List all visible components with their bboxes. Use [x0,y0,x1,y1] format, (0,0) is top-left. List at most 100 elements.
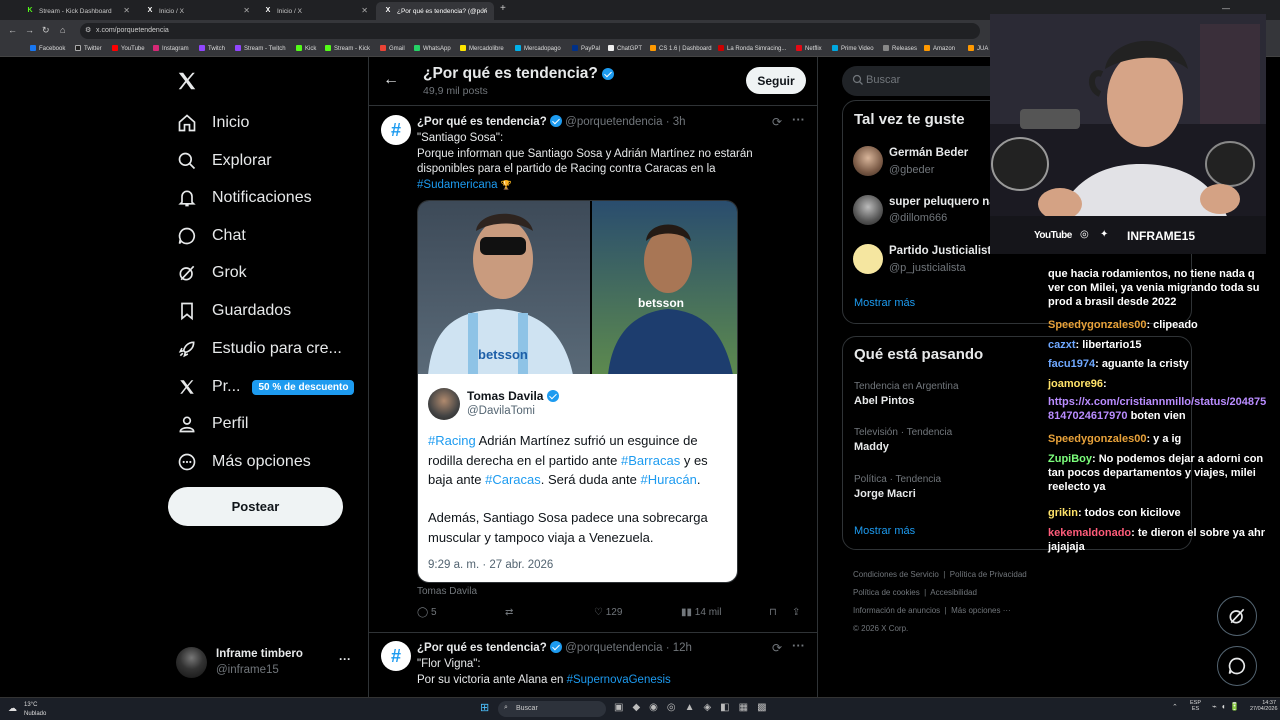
reload-icon[interactable]: ↻ [42,25,50,36]
trend-item[interactable]: Tendencia en Argentina Abel Pintos [854,381,959,407]
footer-link[interactable]: Accesibilidad [930,588,977,597]
browser-tab-active[interactable]: X ¿Por qué es tendencia? (@porq... ✕ [376,2,494,20]
like-button[interactable]: ♡ 129 [594,607,622,618]
hashtag-avatar-icon[interactable]: # [381,115,411,145]
bookmark-item[interactable]: Gmail [380,45,405,52]
close-tab-icon[interactable]: ✕ [361,6,368,15]
bookmark-item[interactable]: Instagram [153,45,189,52]
taskbar-apps[interactable]: ▣◆◉◎▲◈◧▦▩ [614,702,814,716]
more-icon[interactable]: ··· [339,652,351,666]
show-more-link[interactable]: Mostrar más [854,525,915,537]
tray-icons[interactable]: ⌁◖🔋 [1212,702,1244,711]
close-tab-icon[interactable]: ✕ [123,6,130,15]
tweet-time[interactable]: · 12h [666,642,692,654]
bookmark-item[interactable]: Prime Video [832,45,874,52]
author-handle[interactable]: @porquetendencia [565,116,662,128]
bookmark-item[interactable]: Mercadopago [515,45,561,52]
nav-grok[interactable]: Grok [176,258,247,288]
url-field[interactable]: ⚙ x.com/porquetendencia [80,23,980,39]
follow-button[interactable]: Seguir [746,67,806,94]
language-indicator[interactable]: ESP ES [1190,700,1201,712]
hashtag-link[interactable]: #Racing [428,433,476,448]
nav-guardados[interactable]: Guardados [176,296,291,326]
nav-premium[interactable]: Pr... 50 % de descuento [176,372,355,402]
bookmark-item[interactable]: Releases [883,45,917,52]
new-tab-button[interactable]: + [500,3,506,14]
bookmark-item[interactable]: Facebook [30,45,65,52]
bookmark-item[interactable]: ChatGPT [608,45,642,52]
nav-inicio[interactable]: Inicio [176,108,249,138]
suggestion-handle[interactable]: @p_justicialista [889,262,966,274]
bookmark-item[interactable]: Amazon [924,45,955,52]
close-tab-icon[interactable]: ✕ [243,6,250,15]
views-button[interactable]: ▮▮ 14 mil [681,607,721,618]
bookmark-item[interactable]: JUA [968,45,988,52]
avatar[interactable] [853,195,883,225]
tweet-image[interactable]: betsson betsson [417,200,738,374]
bookmark-item[interactable]: Twitter [75,45,102,52]
hashtag-avatar-icon[interactable]: # [381,641,411,671]
grok-icon[interactable]: ⟳ [772,115,782,129]
reply-button[interactable]: ◯ 5 [417,607,437,618]
author-handle[interactable]: @porquetendencia [565,642,662,654]
nav-mas-opciones[interactable]: Más opciones [176,447,311,477]
suggestion-name[interactable]: super peluquero na [889,196,996,208]
hashtag-link[interactable]: #Caracas [485,472,541,487]
site-info-icon[interactable]: ⚙ [85,23,91,39]
browser-tab[interactable]: K Stream - Kick Dashboard ✕ [18,2,136,20]
x-logo-icon[interactable] [176,70,200,94]
suggestion-handle[interactable]: @gbeder [889,164,934,176]
bookmark-item[interactable]: PayPal [572,45,600,52]
back-arrow-icon[interactable]: ← [383,71,399,89]
nav-explorar[interactable]: Explorar [176,146,272,176]
suggestion-name[interactable]: Germán Beder [889,147,968,159]
hashtag-link[interactable]: #Barracas [621,453,680,468]
bookmark-item[interactable]: Mercadolibre [460,45,504,52]
footer-link[interactable]: Información de anuncios [853,606,940,615]
author-name[interactable]: ¿Por qué es tendencia? [417,116,547,128]
bookmark-item[interactable]: Twitch [199,45,225,52]
grok-icon[interactable]: ⟳ [772,641,782,655]
show-more-link[interactable]: Mostrar más [854,297,915,309]
footer-link[interactable]: Política de Privacidad [950,570,1027,579]
bookmark-item[interactable]: YouTube [112,45,145,52]
hashtag-link[interactable]: #Huracán [641,472,697,487]
windows-start-icon[interactable]: ⊞ [480,701,489,714]
quoted-tweet[interactable]: Tomas Davila @DavilaTomi #Racing Adrián … [417,374,738,583]
messages-floating-button[interactable] [1217,646,1257,686]
browser-tab[interactable]: X Inicio / X ✕ [256,2,374,20]
browser-tab[interactable]: X Inicio / X ✕ [138,2,256,20]
hashtag-link[interactable]: #SupernovaGenesis [567,674,671,686]
nav-notificaciones[interactable]: Notificaciones [176,183,312,213]
bookmark-icon[interactable]: ⊓ [769,607,777,618]
more-icon[interactable]: ··· [792,638,805,653]
suggestion-handle[interactable]: @dillom666 [889,212,947,224]
footer-link[interactable]: Más opciones ··· [951,606,1011,615]
footer-link[interactable]: Política de cookies [853,588,920,597]
forward-icon[interactable]: → [25,25,34,35]
nav-estudio[interactable]: Estudio para cre... [176,334,342,364]
tweet-time[interactable]: · 3h [666,116,686,128]
more-icon[interactable]: ··· [792,112,805,127]
back-icon[interactable]: ← [8,25,17,35]
retweet-button[interactable]: ⇄ [505,607,513,618]
suggestion-name[interactable]: Partido Justicialist [889,245,991,257]
bookmark-item[interactable]: Stream - Twitch [235,45,286,52]
clock[interactable]: 14:37 27/04/2026 [1250,700,1278,712]
account-switcher[interactable]: Inframe timbero @inframe15 ··· [176,645,366,681]
post-button[interactable]: Postear [168,487,343,526]
bookmark-item[interactable]: Netflix [796,45,822,52]
footer-link[interactable]: Condiciones de Servicio [853,570,939,579]
author-name[interactable]: ¿Por qué es tendencia? [417,642,547,654]
bookmark-item[interactable]: CS 1.6 | Dashboard [650,45,712,52]
nav-chat[interactable]: Chat [176,221,246,251]
trend-item[interactable]: Televisión · Tendencia Maddy [854,427,952,453]
nav-perfil[interactable]: Perfil [176,409,248,439]
bookmark-item[interactable]: Stream - Kick [325,45,370,52]
avatar[interactable] [853,244,883,274]
grok-floating-button[interactable] [1217,596,1257,636]
trend-item[interactable]: Política · Tendencia Jorge Macri [854,474,941,500]
tray-chevron-icon[interactable]: ⌃ [1172,703,1178,711]
weather-widget[interactable]: ☁ 13°C Nublado [8,701,68,719]
bookmark-item[interactable]: La Ronda Simracing... [718,45,786,52]
